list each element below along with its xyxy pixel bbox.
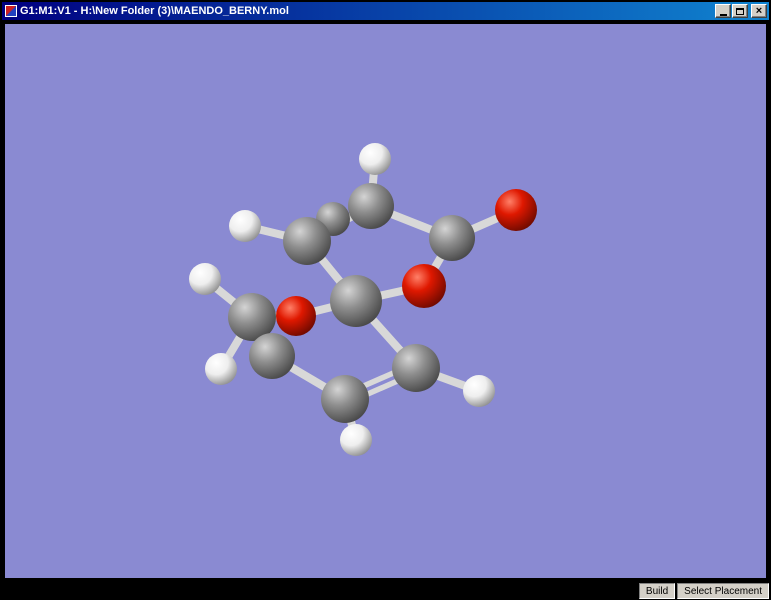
atom-H[interactable] <box>189 263 221 295</box>
atom-H[interactable] <box>359 143 391 175</box>
atom-C[interactable] <box>283 217 331 265</box>
atom-H[interactable] <box>205 353 237 385</box>
close-icon: × <box>755 5 763 17</box>
atom-C[interactable] <box>321 375 369 423</box>
atom-C[interactable] <box>392 344 440 392</box>
maximize-button[interactable] <box>732 4 748 18</box>
status-bar: Build Select Placement <box>637 583 769 599</box>
minimize-button[interactable] <box>715 4 731 18</box>
status-placement[interactable]: Select Placement <box>677 583 769 599</box>
atom-C[interactable] <box>429 215 475 261</box>
atom-C[interactable] <box>249 333 295 379</box>
app-window: G1:M1:V1 - H:\New Folder (3)\MAENDO_BERN… <box>0 0 771 600</box>
atom-O[interactable] <box>276 296 316 336</box>
atom-H[interactable] <box>229 210 261 242</box>
atom-H[interactable] <box>463 375 495 407</box>
window-controls: × <box>714 4 767 18</box>
close-button[interactable]: × <box>751 4 767 18</box>
status-build[interactable]: Build <box>638 583 676 599</box>
window-title: G1:M1:V1 - H:\New Folder (3)\MAENDO_BERN… <box>20 5 289 17</box>
title-bar[interactable]: G1:M1:V1 - H:\New Folder (3)\MAENDO_BERN… <box>2 2 769 20</box>
maximize-icon <box>736 7 744 15</box>
molecule-svg <box>189 143 537 456</box>
atom-C[interactable] <box>330 275 382 327</box>
atom-O[interactable] <box>495 189 537 231</box>
atom-layer <box>189 143 537 456</box>
atom-O[interactable] <box>402 264 446 308</box>
atom-H[interactable] <box>340 424 372 456</box>
atom-C[interactable] <box>348 183 394 229</box>
app-icon <box>5 5 17 17</box>
minimize-icon <box>719 13 727 16</box>
molecule-viewport[interactable] <box>5 24 766 578</box>
